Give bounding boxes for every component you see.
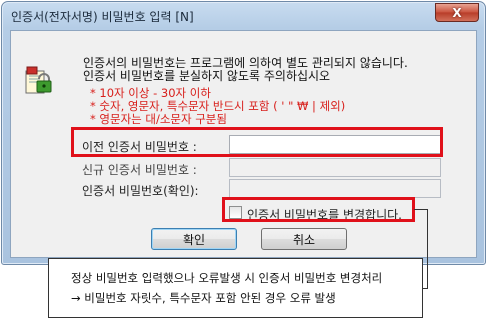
window-title: 인증서(전자서명) 비밀번호 입력 [N]: [11, 9, 194, 24]
annotation-line-1: 정상 비밀번호 입력했으나 오류발생 시 인증서 비밀번호 변경처리: [71, 271, 383, 285]
checkbox-highlight: [222, 197, 415, 222]
annotation-callout: 정상 비밀번호 입력했으나 오류발생 시 인증서 비밀번호 변경처리 → 비밀번…: [48, 258, 423, 318]
ok-button[interactable]: 확인: [151, 228, 237, 250]
title-bar: 인증서(전자서명) 비밀번호 입력 [N]: [2, 2, 485, 30]
rule-case: * 영문자는 대/소문자 구분됨: [90, 112, 227, 126]
cancel-button[interactable]: 취소: [261, 228, 347, 250]
new-password-input[interactable]: [229, 158, 441, 177]
certificate-lock-icon: [25, 66, 52, 94]
screenshot-stage: 인증서(전자서명) 비밀번호 입력 [N] X 인증서의 비밀번호는 프로그램에…: [0, 0, 490, 322]
connector-horizontal: [414, 209, 428, 210]
new-password-label: 신규 인증서 비밀번호 :: [82, 163, 197, 177]
old-password-highlight: [71, 127, 443, 157]
annotation-line-2: → 비밀번호 자릿수, 특수문자 포함 안된 경우 오류 발생: [71, 291, 336, 305]
close-button[interactable]: X: [435, 3, 479, 22]
notice-line-2: 인증서 비밀번호를 분실하지 않도록 주의하십시오: [83, 69, 331, 83]
confirm-password-label: 인증서 비밀번호(확인):: [82, 184, 199, 198]
confirm-password-input[interactable]: [229, 179, 441, 198]
connector-vertical: [427, 209, 428, 288]
connector-foot: [423, 288, 428, 289]
